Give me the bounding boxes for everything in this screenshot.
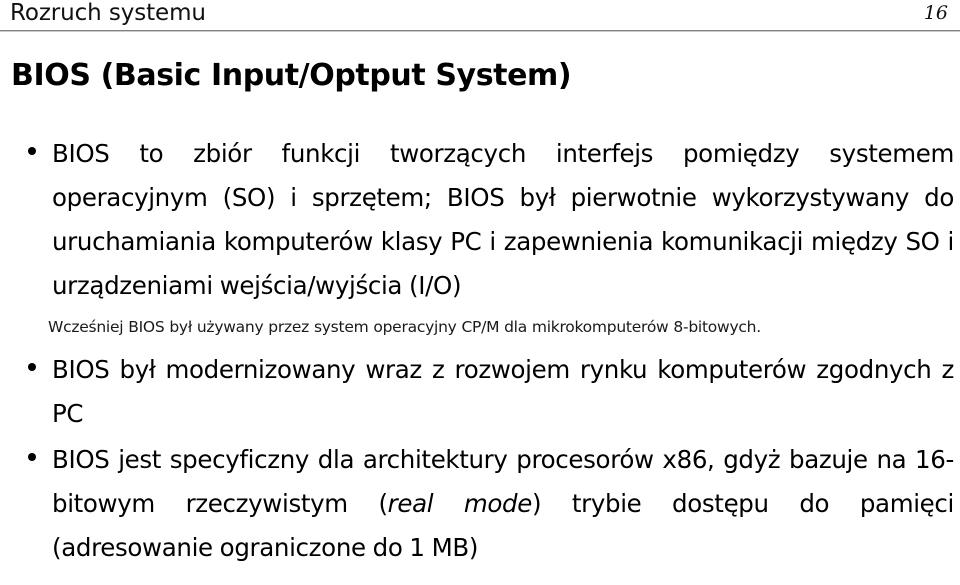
bullet-dot-icon (28, 453, 36, 461)
list-item-text: BIOS był modernizowany wraz z rozwojem r… (52, 355, 954, 428)
frame-title: BIOS (Basic Input/Optput System) (11, 58, 572, 93)
slide: Rozruch systemu 16 BIOS (Basic Input/Opt… (0, 0, 960, 585)
list-item: BIOS jest specyficzny dla architektury p… (0, 438, 960, 570)
bullet-dot-icon (28, 363, 36, 371)
headline-title: Rozruch systemu (10, 0, 206, 26)
list-item-text-emphasis: real mode (387, 489, 533, 518)
slide-body: BIOS to zbiór funkcji tworzących interfe… (0, 132, 960, 572)
list-item: BIOS był modernizowany wraz z rozwojem r… (0, 348, 960, 436)
list-item-text: BIOS jest specyficzny dla architektury p… (52, 438, 954, 570)
list-item: BIOS to zbiór funkcji tworzących interfe… (0, 132, 960, 308)
header-divider (0, 30, 960, 32)
page-number: 16 (923, 2, 948, 24)
bullet-dot-icon (28, 147, 36, 155)
list-item-text: BIOS to zbiór funkcji tworzących interfe… (52, 139, 954, 300)
note-text: Wcześniej BIOS był używany przez system … (48, 318, 761, 336)
slide-headline: Rozruch systemu 16 (0, 0, 960, 30)
